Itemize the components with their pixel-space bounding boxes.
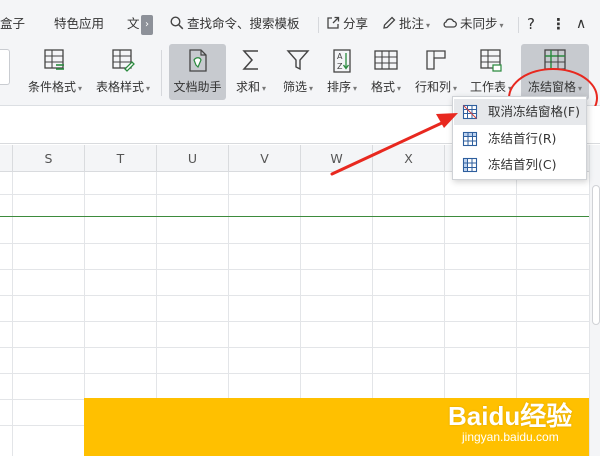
sync-status-button[interactable]: 未同步 ▾ [442, 0, 504, 40]
format-icon [374, 50, 398, 70]
grid-line [12, 172, 13, 456]
rows-cols-label: 行和列 [414, 80, 451, 94]
chevron-down-icon: ▾ [262, 84, 267, 93]
table-style-icon [112, 49, 135, 72]
chevron-down-icon: ▾ [397, 84, 402, 93]
grid-line [0, 347, 600, 348]
conditional-format-button[interactable]: 条件格式 ▾ [22, 44, 88, 100]
grid-line [0, 243, 600, 244]
sync-label: 未同步 [460, 16, 498, 31]
chevron-down-icon: ▾ [453, 84, 458, 93]
format-label: 格式 [370, 80, 395, 94]
column-header-v[interactable]: V [229, 145, 301, 172]
chevron-down-icon: ▾ [499, 21, 504, 30]
conditional-format-icon [44, 49, 64, 70]
baidu-watermark: Baidu经验 jingyan.baidu.com [448, 396, 598, 452]
watermark-logo: Baidu经验 [448, 401, 573, 431]
menu-item-label: 冻结首列(C) [488, 157, 557, 172]
cloud-sync-icon [443, 17, 457, 28]
collapse-ribbon-button[interactable]: ∧ [576, 0, 586, 40]
doc-assistant-button[interactable]: 文档助手 [169, 44, 226, 100]
filter-label: 筛选 [282, 80, 307, 94]
search-commands[interactable]: 查找命令、搜索模板 [170, 0, 300, 40]
menu-item-freeze-first-row[interactable]: 冻结首行(R) [454, 126, 586, 152]
divider [318, 17, 319, 33]
chevron-down-icon: ▾ [146, 84, 151, 93]
unfreeze-panes-icon [462, 104, 478, 120]
sort-label: 排序 [326, 80, 351, 94]
freeze-pane-line [0, 216, 600, 217]
divider [518, 17, 519, 33]
help-button[interactable]: ? [527, 0, 535, 40]
freeze-panes-menu: 取消冻结窗格(F) 冻结首行(R) 冻结首列(C) [452, 96, 587, 180]
svg-text:Z: Z [337, 62, 343, 71]
format-button[interactable]: 格式 ▾ [366, 44, 406, 100]
rows-cols-button[interactable]: 行和列 ▾ [410, 44, 462, 100]
comment-button[interactable]: 批注 ▾ [382, 0, 430, 40]
sum-button[interactable]: 求和 ▾ [231, 44, 271, 100]
filter-button[interactable]: 筛选 ▾ [277, 44, 319, 100]
share-icon [327, 16, 340, 29]
conditional-format-label: 条件格式 [27, 80, 76, 94]
freeze-first-row-icon [462, 131, 478, 147]
freeze-first-col-icon [462, 157, 478, 173]
doc-assistant-label: 文档助手 [173, 80, 222, 94]
format-painter-fragment[interactable] [0, 49, 10, 85]
filter-icon [286, 50, 310, 71]
table-style-label: 表格样式 [95, 80, 144, 94]
column-header-t[interactable]: T [85, 145, 157, 172]
grid-line [0, 321, 600, 322]
tab-box[interactable]: 盒子 [0, 0, 25, 40]
column-header-fragment[interactable] [0, 145, 13, 172]
menu-item-unfreeze-panes[interactable]: 取消冻结窗格(F) [454, 99, 586, 125]
worksheet-icon [480, 49, 502, 72]
column-header-s[interactable]: S [13, 145, 85, 172]
tab-special-apps[interactable]: 特色应用 [54, 0, 104, 40]
rows-cols-icon [426, 50, 446, 70]
chevron-down-icon: ▾ [426, 21, 431, 30]
sort-icon: AZ [333, 49, 351, 73]
svg-text:A: A [337, 52, 343, 61]
share-label: 分享 [343, 16, 369, 31]
comment-icon [383, 16, 396, 29]
grid-line [0, 194, 600, 195]
comment-label: 批注 [399, 16, 425, 31]
chevron-down-icon: ▾ [78, 84, 83, 93]
menu-item-label: 冻结首行(R) [488, 131, 557, 146]
search-commands-label: 查找命令、搜索模板 [187, 16, 300, 31]
vertical-scrollbar-thumb[interactable] [592, 185, 600, 325]
sum-icon [242, 50, 258, 70]
column-header-u[interactable]: U [157, 145, 229, 172]
search-icon [170, 15, 184, 29]
menu-item-freeze-first-column[interactable]: 冻结首列(C) [454, 152, 586, 178]
watermark-url: jingyan.baidu.com [462, 430, 559, 444]
menu-item-label: 取消冻结窗格(F) [488, 104, 580, 119]
share-button[interactable]: 分享 [326, 0, 368, 40]
doc-assistant-icon [188, 49, 207, 72]
tab-scroll-right-button[interactable]: › [141, 15, 153, 35]
grid-line [0, 295, 600, 296]
column-header-x[interactable]: X [373, 145, 445, 172]
tab-bar: 盒子 特色应用 文 › 查找命令、搜索模板 分享 批注 ▾ 未同步 ▾ ? ⋮ ∧ [0, 0, 600, 40]
divider [161, 50, 162, 96]
worksheet-label: 工作表 [469, 80, 506, 94]
sum-label: 求和 [235, 80, 260, 94]
tab-text[interactable]: 文 [127, 0, 140, 40]
table-style-button[interactable]: 表格样式 ▾ [92, 44, 154, 100]
grid-line [0, 269, 600, 270]
chevron-down-icon: ▾ [353, 84, 358, 93]
column-header-w[interactable]: W [301, 145, 373, 172]
more-options-button[interactable]: ⋮ [551, 0, 566, 40]
grid-line [0, 373, 600, 374]
chevron-down-icon: ▾ [309, 84, 314, 93]
sort-button[interactable]: AZ 排序 ▾ [322, 44, 362, 100]
